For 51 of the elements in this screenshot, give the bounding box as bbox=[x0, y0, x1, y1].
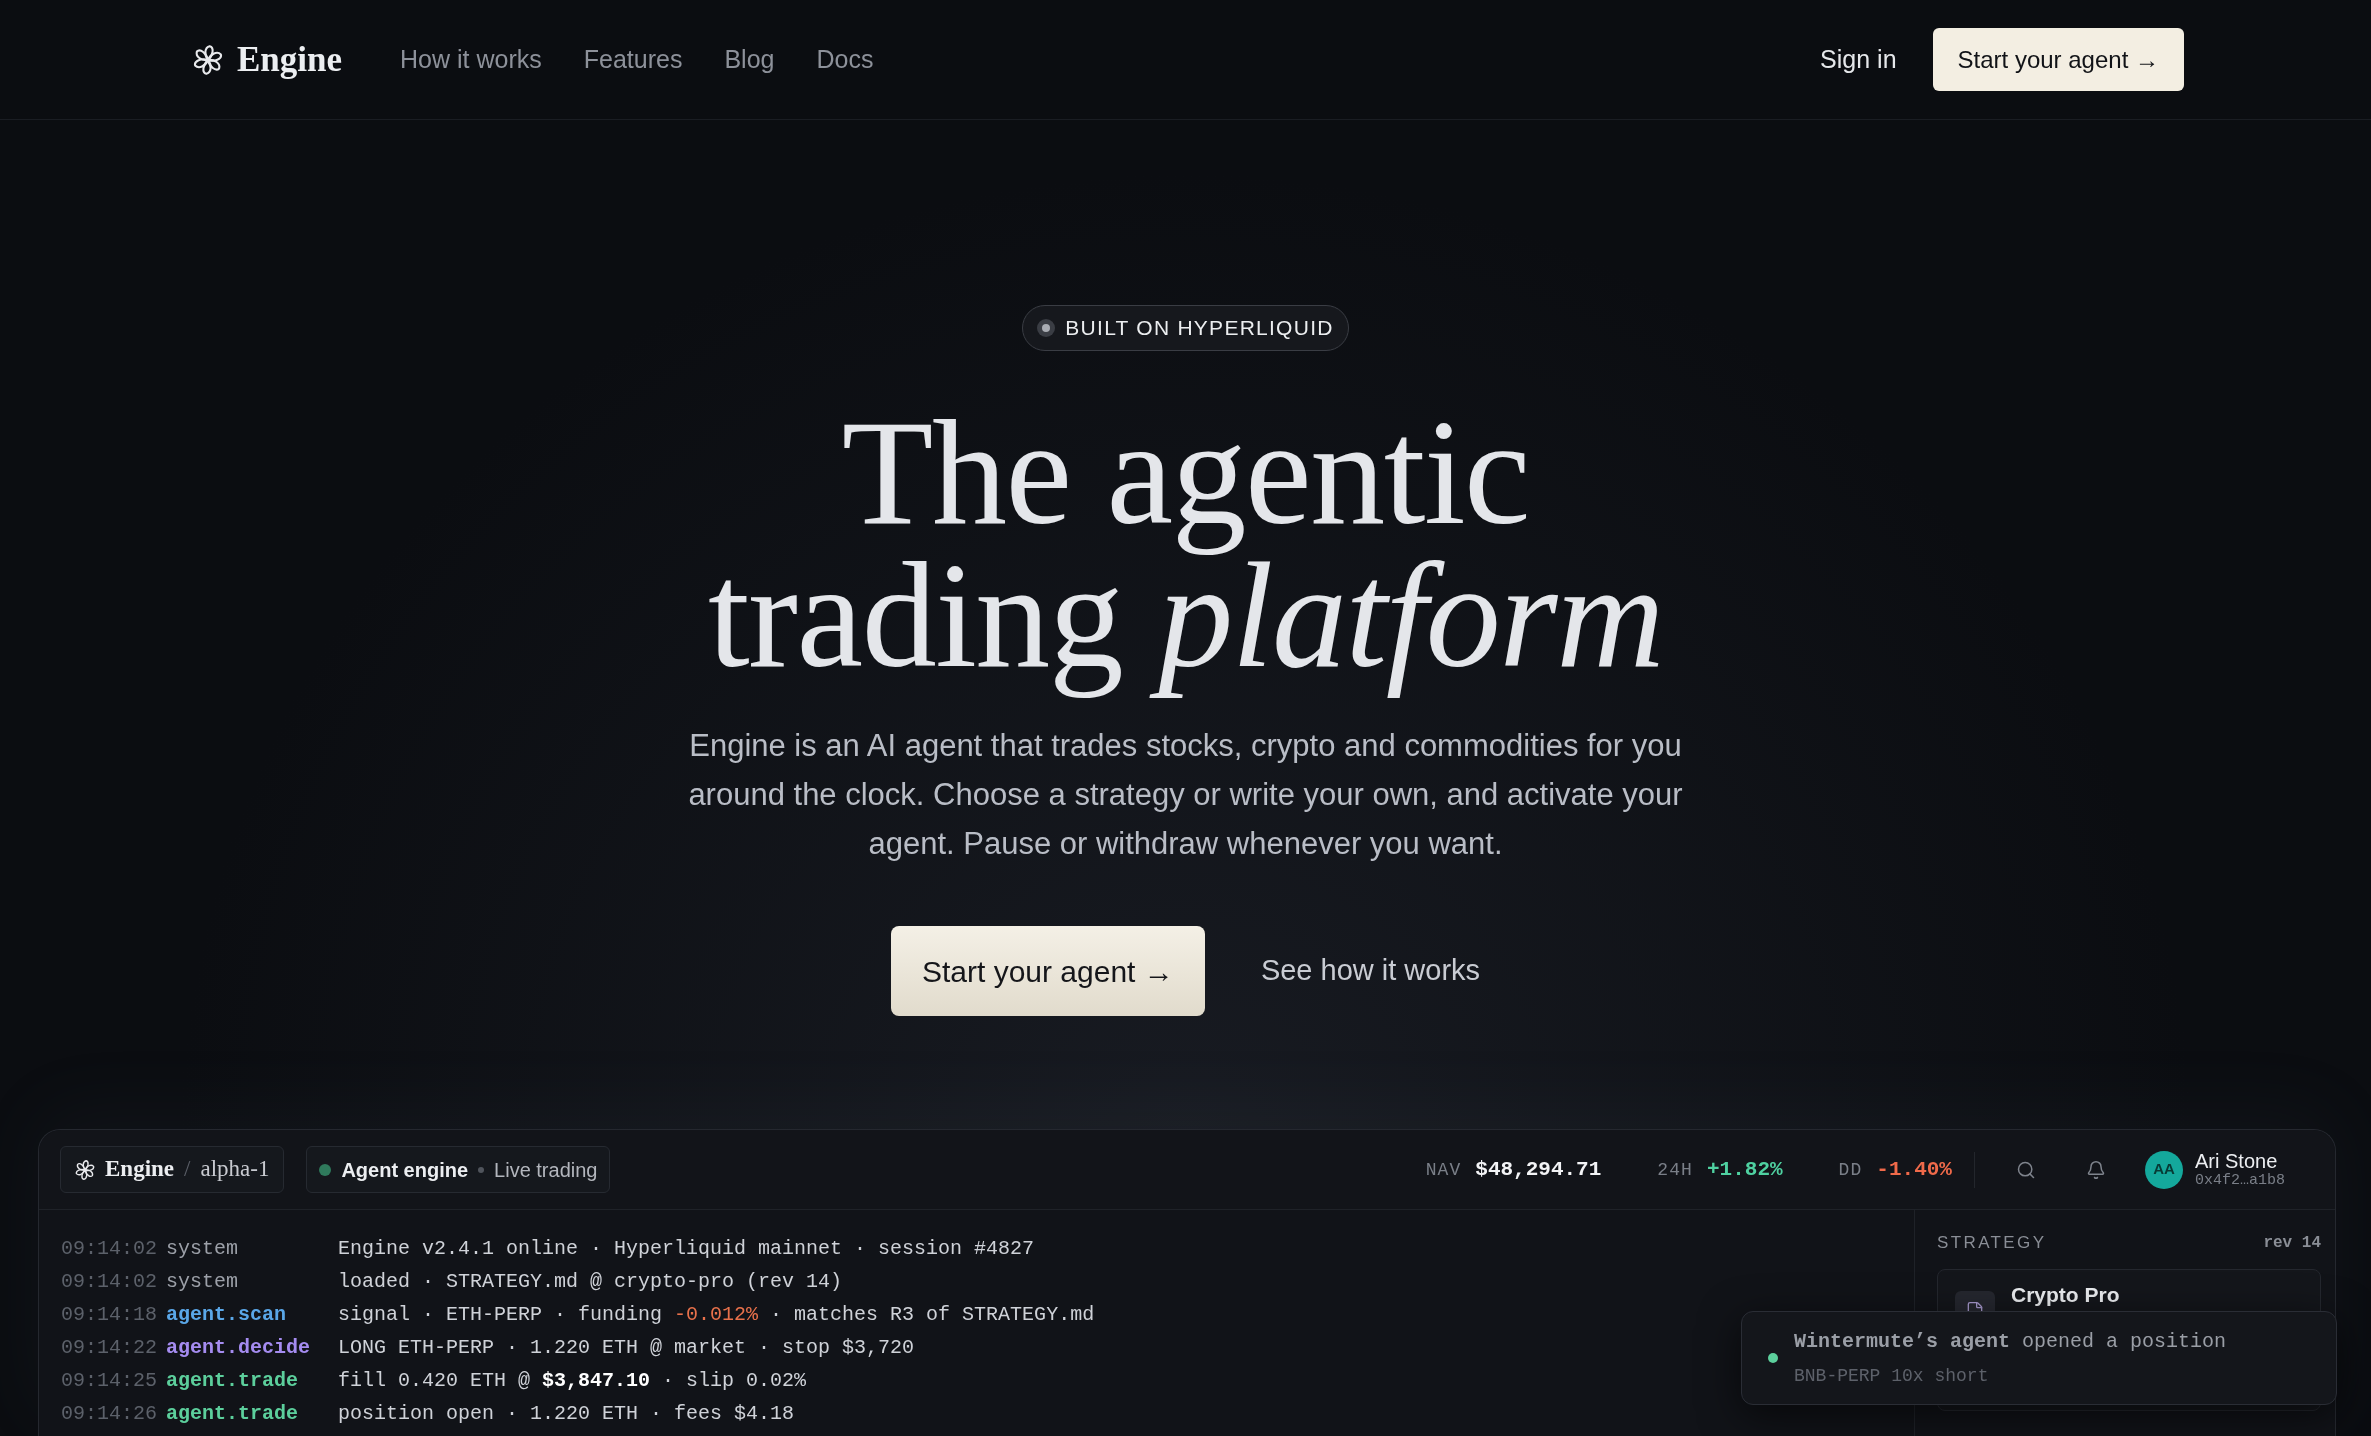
stat-label: NAV bbox=[1425, 1158, 1462, 1182]
revision-label: rev 14 bbox=[2263, 1233, 2321, 1254]
log-source: agent.trade bbox=[166, 1401, 300, 1427]
mode-label: Live trading bbox=[494, 1157, 598, 1183]
log-message: LONG ETH-PERP · 1.220 ETH @ market · stop $3,720 bbox=[338, 1335, 915, 1361]
stat-value: $48,294.71 bbox=[1475, 1156, 1602, 1183]
log-message: Engine v2.4.1 online · Hyperliquid mainnet · session #4827 bbox=[338, 1236, 1035, 1262]
log-message: fill 0.420 ETH @ $3,847.10 · slip 0.02% bbox=[338, 1368, 807, 1394]
stat-value: -1.40% bbox=[1876, 1156, 1952, 1183]
log-time: 09:14:18 bbox=[61, 1302, 158, 1328]
section-heading: STRATEGY bbox=[1937, 1232, 2047, 1255]
engine-label: Agent engine bbox=[341, 1157, 469, 1183]
log-source: agent.trade bbox=[166, 1368, 300, 1394]
brand-name[interactable]: Engine bbox=[237, 42, 343, 77]
nav-link[interactable]: Blog bbox=[724, 40, 775, 79]
log-time: 09:14:22 bbox=[61, 1335, 158, 1361]
how-it-works-link[interactable]: See how it works bbox=[1260, 949, 1481, 993]
log-time: 09:14:02 bbox=[61, 1269, 158, 1295]
log-source: system bbox=[166, 1236, 239, 1262]
flower-logo-icon bbox=[75, 1159, 95, 1180]
workspace-switcher[interactable]: Engine / alpha-1 bbox=[60, 1146, 285, 1193]
bell-icon bbox=[2086, 1159, 2106, 1180]
user-name: Ari Stone bbox=[2195, 1149, 2279, 1172]
nav-link[interactable]: How it works bbox=[400, 40, 542, 79]
log-message: position open · 1.220 ETH · fees $4.18 bbox=[338, 1401, 795, 1427]
log-source: system bbox=[166, 1269, 239, 1295]
badge-label: BUILT ON HYPERLIQUID bbox=[1065, 315, 1334, 342]
stat-label: DD bbox=[1838, 1158, 1863, 1182]
log-time: 09:14:26 bbox=[61, 1401, 158, 1427]
stat-value: +1.82% bbox=[1706, 1156, 1783, 1183]
log-time: 09:14:25 bbox=[61, 1368, 158, 1394]
log-message: loaded · STRATEGY.md @ crypto-pro (rev 14) bbox=[338, 1269, 843, 1295]
flower-logo-icon bbox=[193, 44, 223, 75]
log-message: signal · ETH-PERP · funding -0.012% · matches R3 of STRATEGY.md bbox=[338, 1302, 1095, 1328]
search-icon bbox=[2016, 1159, 2036, 1180]
strategy-name: Crypto Pro bbox=[2011, 1283, 2120, 1307]
user-avatar[interactable]: AA bbox=[2145, 1150, 2183, 1189]
log-time: 09:14:02 bbox=[61, 1236, 158, 1262]
sign-in-link[interactable]: Sign in bbox=[1820, 40, 1897, 79]
wallet-address: 0x4f2…a1b8 bbox=[2195, 1171, 2285, 1190]
start-agent-button[interactable]: Start your agent → bbox=[1932, 28, 2184, 91]
nav-link[interactable]: Docs bbox=[816, 40, 874, 79]
hero-description: Engine is an AI agent that trades stocks, crypto and commodities for you around the clock. Choose a strategy or write your own, and activate your agent. Pause or withdraw whenever you want. bbox=[687, 727, 1684, 863]
start-agent-button[interactable]: Start your agent → bbox=[890, 926, 1205, 1016]
toast-detail: BNB-PERP 10x short bbox=[1794, 1364, 1990, 1388]
hero-title: The agentic trading platform bbox=[706, 401, 1665, 700]
log-source: agent.decide bbox=[166, 1335, 312, 1361]
log-source: agent.scan bbox=[166, 1302, 288, 1328]
stat-label: 24H bbox=[1657, 1158, 1693, 1182]
toast-message: Wintermute’s agent opened a position bbox=[1794, 1328, 2227, 1355]
nav-link[interactable]: Features bbox=[583, 40, 683, 79]
